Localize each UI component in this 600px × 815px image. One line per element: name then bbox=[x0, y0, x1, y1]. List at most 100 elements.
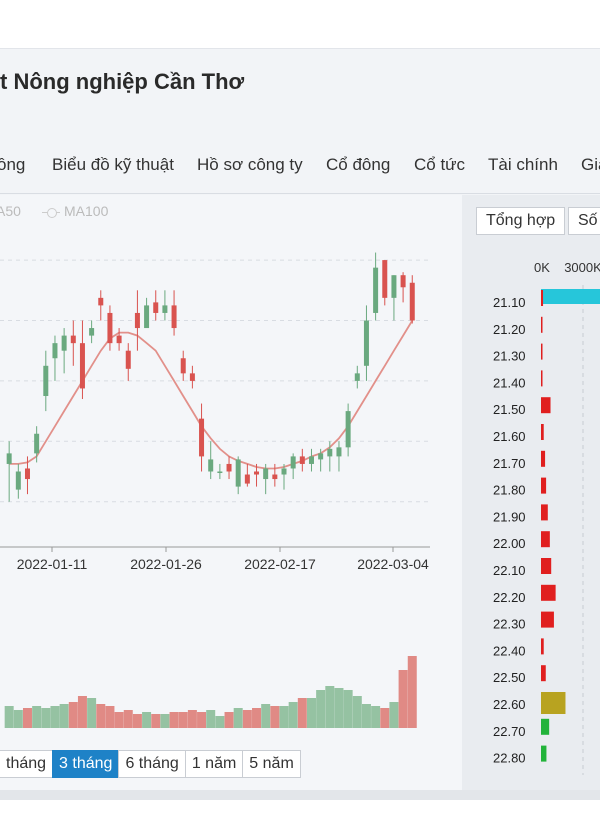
volume-bar bbox=[215, 716, 225, 728]
volume-bar bbox=[380, 708, 390, 728]
candle-body bbox=[263, 468, 269, 480]
volume-bar bbox=[105, 706, 115, 728]
candle-body bbox=[79, 343, 85, 389]
volume-bar bbox=[160, 714, 170, 728]
candle-body bbox=[125, 350, 131, 369]
volume-bar bbox=[68, 702, 78, 728]
volume-at-price-bar bbox=[541, 665, 546, 682]
volume-at-price-bar bbox=[541, 450, 546, 467]
range-5-years-button[interactable]: 5 năm bbox=[242, 750, 301, 778]
candle-body bbox=[116, 335, 122, 344]
volume-bar bbox=[407, 656, 417, 728]
volume-at-price-bar bbox=[541, 611, 554, 628]
volume-bar bbox=[169, 712, 179, 728]
volume-bar bbox=[59, 704, 69, 728]
price-level-label: 22.10 bbox=[493, 563, 526, 578]
volume-by-price-panel: Tổng hợp Số 0K 3000K 21.10 21.20 21.30 21.40 2… bbox=[462, 195, 600, 800]
volume-bar bbox=[288, 702, 298, 728]
volume-bar bbox=[206, 710, 216, 728]
tab-order-book[interactable]: Số bbox=[568, 207, 600, 235]
volume-bar bbox=[13, 710, 23, 728]
candle-body bbox=[89, 328, 95, 336]
range-1-year-button[interactable]: 1 năm bbox=[184, 750, 244, 778]
range-6-months-button[interactable]: 6 tháng bbox=[118, 750, 186, 778]
volume-at-price-bar bbox=[541, 316, 543, 333]
tab-overview[interactable]: ồng bbox=[0, 155, 25, 175]
tab-shareholders[interactable]: Cổ đông bbox=[326, 155, 390, 175]
volume-bar bbox=[398, 670, 408, 728]
tab-company-profile[interactable]: Hồ sơ công ty bbox=[197, 155, 303, 175]
company-title: t Nông nghiệp Cần Thơ bbox=[0, 69, 245, 94]
tab-price-history[interactable]: Gia bbox=[581, 155, 600, 175]
volume-bar bbox=[242, 710, 252, 728]
candle-body bbox=[15, 471, 21, 490]
candle-body bbox=[70, 335, 76, 344]
price-level-label: 21.20 bbox=[493, 322, 526, 337]
candle-body bbox=[299, 456, 305, 464]
volume-at-price-bar bbox=[541, 692, 566, 714]
volume-bar bbox=[261, 704, 271, 728]
volume-bar bbox=[114, 712, 124, 728]
volume-bar bbox=[361, 704, 371, 728]
price-level-label: 22.40 bbox=[493, 643, 526, 658]
price-level-label: 22.50 bbox=[493, 670, 526, 685]
candle-body bbox=[336, 447, 342, 457]
tab-summary[interactable]: Tổng hợp bbox=[476, 207, 566, 235]
volume-bar bbox=[151, 714, 161, 728]
axis-label-3000k: 3000K bbox=[564, 260, 600, 275]
header-divider bbox=[0, 193, 600, 194]
volume-bar bbox=[325, 686, 335, 728]
volume-bar bbox=[50, 706, 60, 728]
volume-bar bbox=[371, 706, 381, 728]
price-level-label: 22.20 bbox=[493, 590, 526, 605]
volume-at-price-bar bbox=[541, 424, 544, 440]
x-tick-label: 2022-03-04 bbox=[357, 556, 429, 572]
volume-bar bbox=[32, 706, 42, 728]
candle-body bbox=[318, 453, 324, 460]
volume-at-price-bar bbox=[541, 584, 556, 601]
price-level-label: 22.80 bbox=[493, 751, 526, 766]
tab-technical-chart[interactable]: Biểu đồ kỹ thuật bbox=[52, 155, 174, 175]
candle-body bbox=[226, 463, 232, 472]
candle-body bbox=[144, 305, 150, 329]
volume-bar bbox=[77, 696, 87, 728]
volume-at-price-bar bbox=[541, 504, 548, 521]
price-chart[interactable]: 2022-01-11 2022-01-26 2022-02-17 2022-03-04 bbox=[0, 195, 462, 575]
price-level-label: 22.00 bbox=[493, 536, 526, 551]
tab-dividends[interactable]: Cổ tức bbox=[414, 155, 465, 175]
candle-body bbox=[107, 312, 113, 344]
range-3-months-button[interactable]: 3 tháng bbox=[52, 750, 120, 778]
candle-body bbox=[391, 275, 397, 298]
candle-body bbox=[345, 411, 351, 448]
candle-body bbox=[363, 320, 369, 366]
volume-at-price-bar bbox=[541, 343, 543, 360]
volume-at-price-bar bbox=[541, 718, 550, 735]
volume-bar bbox=[252, 708, 262, 728]
volume-bar bbox=[22, 708, 32, 728]
volume-bar bbox=[197, 712, 207, 728]
volume-at-price-bar bbox=[541, 558, 552, 574]
range-1-month-button[interactable]: tháng bbox=[0, 750, 54, 778]
price-level-label: 21.40 bbox=[493, 375, 526, 390]
volume-bar bbox=[123, 710, 133, 728]
volume-bar bbox=[334, 688, 344, 728]
candle-body bbox=[34, 433, 40, 454]
tab-financials[interactable]: Tài chính bbox=[488, 155, 558, 175]
volume-bar bbox=[142, 712, 152, 728]
volume-at-price-bar bbox=[541, 745, 547, 762]
volume-bar bbox=[41, 708, 51, 728]
volume-bar bbox=[297, 698, 307, 728]
candle-body bbox=[153, 302, 159, 313]
candle-body bbox=[327, 448, 333, 457]
price-level-label: 21.10 bbox=[493, 295, 526, 310]
bottom-strip bbox=[0, 790, 600, 800]
candle-body bbox=[373, 267, 379, 313]
nav-tabs: ồng Biểu đồ kỹ thuật Hồ sơ công ty Cổ đô… bbox=[0, 149, 600, 181]
candle-body bbox=[24, 468, 30, 480]
top-strip bbox=[0, 0, 600, 48]
volume-bar bbox=[352, 696, 362, 728]
candle-body bbox=[281, 468, 287, 475]
candle-body bbox=[6, 453, 12, 464]
price-level-label: 21.30 bbox=[493, 349, 526, 364]
price-level-label: 22.70 bbox=[493, 724, 526, 739]
